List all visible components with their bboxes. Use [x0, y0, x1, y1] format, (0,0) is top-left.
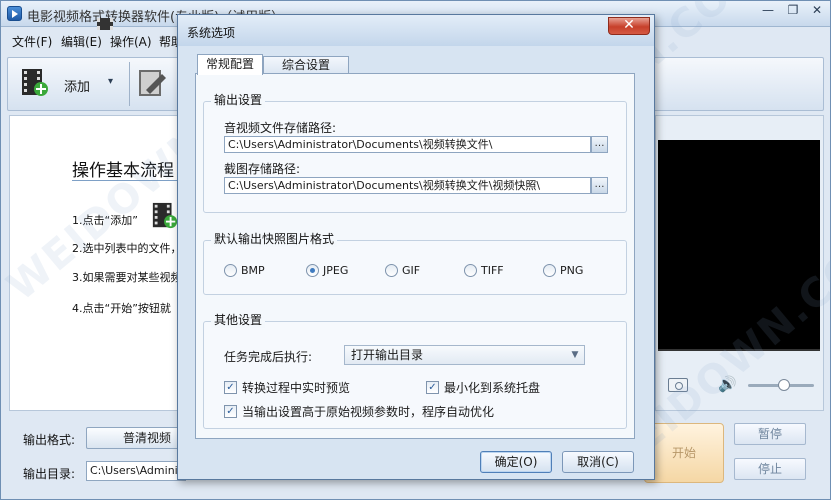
snapshot-path-field[interactable]: C:\Users\Administrator\Documents\视频转换文件\… [224, 177, 591, 194]
guide-title: 操作基本流程： [72, 161, 191, 181]
output-dir-field[interactable]: C:\Users\Administrator [86, 461, 186, 481]
other-settings-group: 其他设置 任务完成后执行: 打开输出目录 ▼ ✓ 转换过程中实时预览 ✓ 最小化… [203, 311, 627, 429]
camera-snapshot-icon[interactable] [668, 378, 688, 392]
tab-content-panel: 输出设置 音视频文件存储路径: C:\Users\Administrator\D… [195, 73, 635, 439]
dialog-close-button[interactable]: ✕ [608, 17, 650, 35]
output-format-label: 输出格式: [23, 433, 76, 447]
radio-button-icon[interactable] [543, 264, 556, 277]
snapshot-format-legend: 默认输出快照图片格式 [211, 230, 338, 247]
system-options-dialog: 系统选项 ✕ 常规配置 综合设置 输出设置 音视频文件存储路径: C:\User… [177, 14, 655, 480]
other-settings-legend: 其他设置 [211, 311, 266, 328]
radio-button-icon[interactable] [224, 264, 237, 277]
start-button[interactable]: 开始 [644, 423, 724, 483]
radio-png[interactable]: PNG [543, 264, 583, 277]
add-dropdown-arrow-icon[interactable]: ▾ [108, 76, 113, 87]
add-button-label[interactable]: 添加 [64, 76, 90, 95]
check-realtime-preview[interactable]: ✓ 转换过程中实时预览 [224, 381, 350, 395]
radio-label: PNG [560, 264, 584, 277]
dialog-title: 系统选项 [187, 26, 236, 40]
checkbox-label: 最小化到系统托盘 [444, 381, 541, 395]
radio-label: BMP [241, 264, 265, 277]
film-edit-icon[interactable] [138, 68, 168, 98]
radio-label: GIF [402, 264, 421, 277]
film-strip-icon [97, 18, 113, 30]
seek-bar[interactable] [658, 349, 820, 351]
av-path-browse-button[interactable]: … [591, 136, 608, 153]
menu-file[interactable]: 文件(F) [12, 33, 52, 50]
output-settings-group: 输出设置 音视频文件存储路径: C:\Users\Administrator\D… [203, 91, 627, 213]
ok-button[interactable]: 确定(O) [480, 451, 552, 473]
snapshot-path-browse-button[interactable]: … [591, 177, 608, 194]
radio-gif[interactable]: GIF [385, 264, 420, 277]
radio-label: TIFF [481, 264, 504, 277]
cancel-button[interactable]: 取消(C) [562, 451, 634, 473]
app-logo-icon [7, 6, 22, 21]
checkbox-label: 当输出设置高于原始视频参数时，程序自动优化 [242, 405, 495, 419]
dialog-title-bar: 系统选项 ✕ [178, 15, 654, 46]
chevron-down-icon[interactable]: ▼ [568, 348, 582, 362]
preview-panel: 🔊 [655, 115, 824, 411]
maximize-button[interactable]: ❐ [781, 2, 805, 20]
menu-edit[interactable]: 编辑(E) [61, 33, 102, 50]
av-path-label: 音视频文件存储路径: [224, 121, 337, 135]
pause-button[interactable]: 暂停 [734, 423, 806, 445]
film-add-icon[interactable] [21, 68, 49, 98]
after-task-select[interactable]: 打开输出目录 ▼ [344, 345, 585, 365]
guide-step-2: 2.选中列表中的文件， [72, 242, 182, 255]
volume-icon[interactable]: 🔊 [718, 375, 737, 393]
radio-tiff[interactable]: TIFF [464, 264, 504, 277]
after-task-label: 任务完成后执行: [224, 350, 313, 364]
minimize-button[interactable]: — [755, 2, 781, 20]
guide-title-underline [72, 180, 190, 181]
stop-button[interactable]: 停止 [734, 458, 806, 480]
output-settings-legend: 输出设置 [211, 91, 266, 108]
checkbox-checked-icon[interactable]: ✓ [224, 381, 237, 394]
checkbox-checked-icon[interactable]: ✓ [224, 405, 237, 418]
output-dir-label: 输出目录: [23, 467, 76, 481]
toolbar-separator [129, 62, 130, 106]
check-minimize-to-tray[interactable]: ✓ 最小化到系统托盘 [426, 381, 540, 395]
film-add-icon [152, 202, 178, 229]
check-auto-optimize[interactable]: ✓ 当输出设置高于原始视频参数时，程序自动优化 [224, 405, 494, 419]
tab-combined-settings[interactable]: 综合设置 [263, 56, 349, 74]
video-preview-screen [658, 140, 820, 350]
radio-bmp[interactable]: BMP [224, 264, 265, 277]
snapshot-path-label: 截图存储路径: [224, 162, 301, 176]
snapshot-format-group: 默认输出快照图片格式 BMP JPEG GIF TIFF PNG [203, 230, 627, 295]
output-format-button[interactable]: 普清视频 [86, 427, 186, 449]
volume-slider-knob[interactable] [778, 379, 791, 391]
after-task-value: 打开输出目录 [351, 348, 424, 362]
checkbox-checked-icon[interactable]: ✓ [426, 381, 439, 394]
radio-button-icon[interactable] [464, 264, 477, 277]
radio-button-icon[interactable] [385, 264, 398, 277]
checkbox-label: 转换过程中实时预览 [242, 381, 351, 395]
radio-label: JPEG [323, 264, 349, 277]
menu-action[interactable]: 操作(A) [110, 33, 152, 50]
radio-button-selected-icon[interactable] [306, 264, 319, 277]
radio-jpeg[interactable]: JPEG [306, 264, 348, 277]
guide-step-3: 3.如果需要对某些视频 [72, 271, 182, 284]
close-window-button[interactable]: ✕ [805, 2, 829, 20]
av-path-field[interactable]: C:\Users\Administrator\Documents\视频转换文件\ [224, 136, 591, 153]
guide-step-1: 1.点击“添加” [72, 214, 138, 227]
guide-step-4: 4.点击“开始”按钮就 [72, 302, 171, 315]
guide-panel: 操作基本流程： 1.点击“添加” 2.选中列表中的文件， 3.如果需要对某些视频… [9, 115, 191, 411]
tab-general-config[interactable]: 常规配置 [197, 54, 263, 75]
